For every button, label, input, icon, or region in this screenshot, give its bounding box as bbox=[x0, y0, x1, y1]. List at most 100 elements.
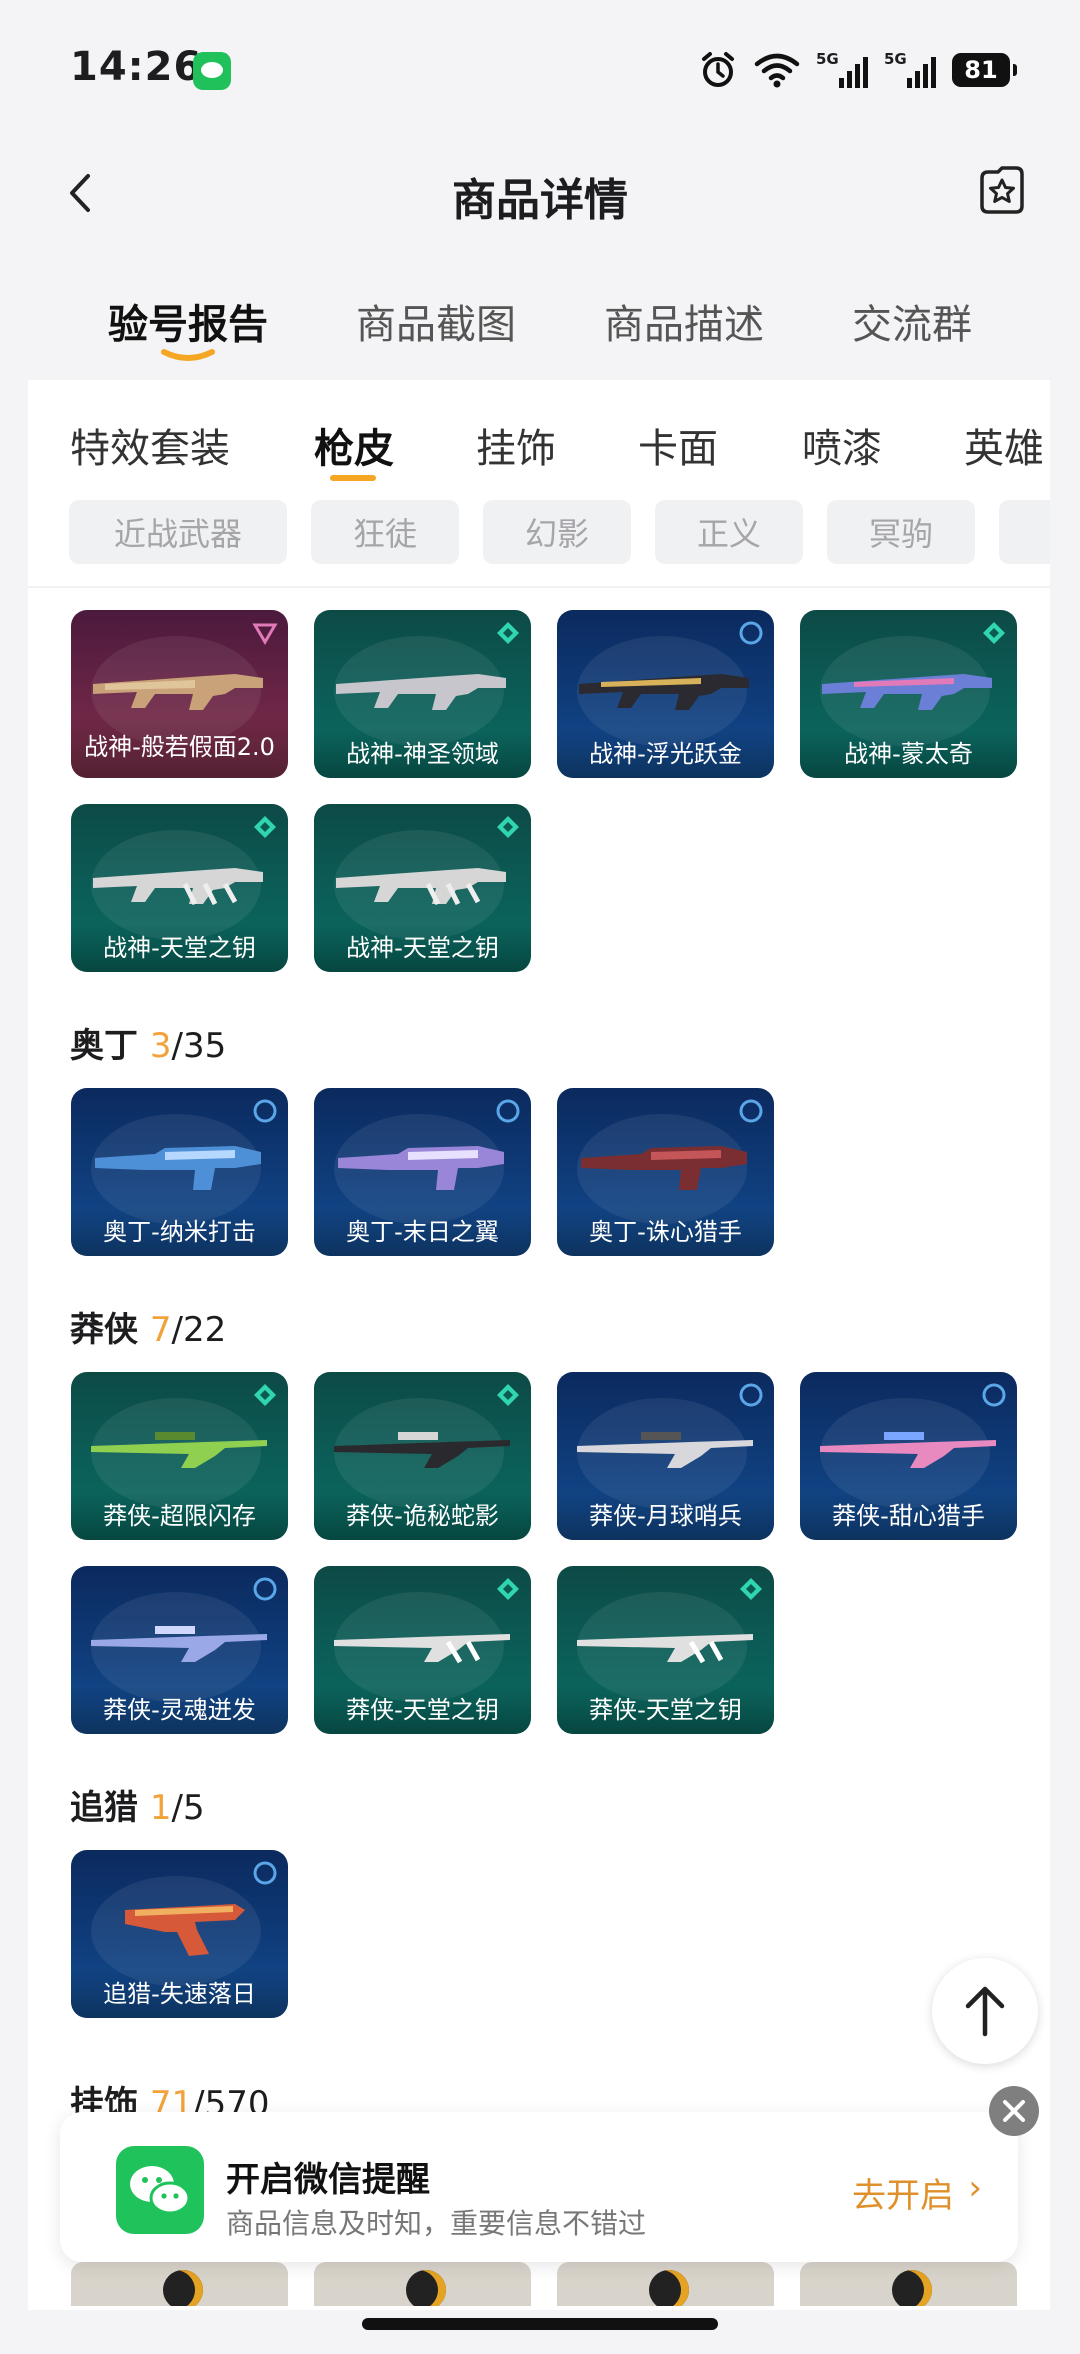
sniper-image bbox=[820, 1432, 996, 1468]
chip-vandal[interactable]: 狂徒 bbox=[311, 500, 459, 564]
skin-name: 莽侠-甜心猎手 bbox=[800, 1492, 1017, 1540]
divider bbox=[28, 586, 1050, 588]
wifi-icon bbox=[754, 53, 800, 88]
total-count: /22 bbox=[171, 1310, 227, 1350]
skin-name: 战神-神圣领域 bbox=[314, 730, 531, 778]
subtab-gun-skins[interactable]: 枪皮 bbox=[314, 416, 394, 474]
chevron-right-icon: › bbox=[968, 2168, 982, 2208]
skin-card[interactable]: 莽侠-诡秘蛇影 bbox=[314, 1372, 531, 1540]
premium-rarity-icon bbox=[983, 622, 1005, 644]
sniper-image bbox=[577, 1432, 753, 1468]
sniper-image bbox=[577, 1634, 753, 1664]
skin-name: 战神-浮光跃金 bbox=[557, 730, 774, 778]
enable-button[interactable]: 去开启 bbox=[852, 2168, 954, 2217]
wechat-notification-icon bbox=[193, 52, 231, 90]
subtab-sprays[interactable]: 喷漆 bbox=[802, 416, 882, 474]
subtab-active-indicator bbox=[330, 475, 376, 481]
skin-card[interactable]: 莽侠-甜心猎手 bbox=[800, 1372, 1017, 1540]
skin-name: 莽侠-灵魂迸发 bbox=[71, 1686, 288, 1734]
subtab-heroes[interactable]: 英雄 bbox=[964, 416, 1044, 474]
skin-card[interactable]: 战神-神圣领域 bbox=[314, 610, 531, 778]
arrow-up-icon bbox=[965, 1986, 1005, 2037]
premium-rarity-icon bbox=[254, 1384, 276, 1406]
premium-rarity-icon bbox=[497, 1578, 519, 1600]
main-tabs: 验号报告 商品截图 商品描述 交流群 bbox=[0, 250, 1080, 380]
skin-card[interactable]: 追猎-失速落日 bbox=[71, 1850, 288, 2018]
skin-card[interactable]: 战神-般若假面2.0 bbox=[71, 610, 288, 778]
skin-card[interactable]: 战神-天堂之钥 bbox=[71, 804, 288, 972]
charm-card[interactable] bbox=[800, 2262, 1017, 2306]
deluxe-rarity-icon bbox=[253, 1577, 277, 1601]
skin-card[interactable]: 奥丁-诛心猎手 bbox=[557, 1088, 774, 1256]
skin-card[interactable]: 莽侠-天堂之钥 bbox=[314, 1566, 531, 1734]
charm-card[interactable] bbox=[314, 2262, 531, 2306]
deluxe-rarity-icon bbox=[982, 1383, 1006, 1407]
chip-bulldog[interactable]: 冥驹 bbox=[827, 500, 975, 564]
owned-count: 1 bbox=[149, 1788, 172, 1828]
skin-name: 追猎-失速落日 bbox=[71, 1970, 288, 2018]
subtab-effect-sets[interactable]: 特效套装 bbox=[70, 416, 230, 474]
rifle-image bbox=[579, 674, 749, 710]
tab-active-indicator bbox=[161, 349, 215, 361]
premium-rarity-icon bbox=[497, 816, 519, 838]
subtab-charms[interactable]: 挂饰 bbox=[476, 416, 556, 474]
close-icon bbox=[1003, 2100, 1025, 2122]
premium-rarity-icon bbox=[740, 1578, 762, 1600]
subtab-cards[interactable]: 卡面 bbox=[638, 416, 718, 474]
skin-name: 战神-蒙太奇 bbox=[800, 730, 1017, 778]
tab-screenshots[interactable]: 商品截图 bbox=[356, 292, 516, 350]
weapon-name: 奥丁 bbox=[70, 1026, 138, 1066]
close-banner-button[interactable] bbox=[989, 2086, 1039, 2136]
skin-card[interactable]: 奥丁-末日之翼 bbox=[314, 1088, 531, 1256]
skin-card[interactable]: 莽侠-灵魂迸发 bbox=[71, 1566, 288, 1734]
sniper-image bbox=[334, 1432, 510, 1468]
scroll-to-top-button[interactable] bbox=[932, 1958, 1038, 2064]
total-count: /35 bbox=[171, 1026, 227, 1066]
banner-title: 开启微信提醒 bbox=[226, 2160, 430, 2200]
skin-name: 莽侠-天堂之钥 bbox=[557, 1686, 774, 1734]
exclusive-rarity-icon bbox=[252, 623, 278, 645]
skin-card[interactable]: 莽侠-月球哨兵 bbox=[557, 1372, 774, 1540]
skin-card[interactable]: 战神-浮光跃金 bbox=[557, 610, 774, 778]
wechat-reminder-banner[interactable]: 开启微信提醒 商品信息及时知，重要信息不错过 去开启 › bbox=[60, 2112, 1018, 2262]
cellular-signal-2-icon: 5G bbox=[884, 50, 936, 90]
tab-group-chat[interactable]: 交流群 bbox=[852, 292, 972, 350]
banner-subtitle: 商品信息及时知，重要信息不错过 bbox=[226, 2207, 647, 2240]
skin-card[interactable]: 莽侠-超限闪存 bbox=[71, 1372, 288, 1540]
deluxe-rarity-icon bbox=[253, 1861, 277, 1885]
section-header-marshal: 莽侠 7/22 bbox=[70, 1302, 226, 1351]
chip-phantom[interactable]: 幻影 bbox=[483, 500, 631, 564]
skin-name: 奥丁-纳米打击 bbox=[71, 1208, 288, 1256]
deluxe-rarity-icon bbox=[496, 1099, 520, 1123]
skin-card[interactable]: 战神-天堂之钥 bbox=[314, 804, 531, 972]
owned-count: 7 bbox=[149, 1310, 172, 1350]
deluxe-rarity-icon bbox=[739, 1099, 763, 1123]
chip-melee[interactable]: 近战武器 bbox=[69, 500, 287, 564]
deluxe-rarity-icon bbox=[253, 1099, 277, 1123]
machine-gun-image bbox=[95, 1146, 261, 1190]
sniper-image bbox=[91, 1626, 267, 1662]
skin-name: 莽侠-月球哨兵 bbox=[557, 1492, 774, 1540]
cellular-signal-1-icon: 5G bbox=[816, 50, 868, 90]
weapon-name: 莽侠 bbox=[70, 1310, 138, 1350]
owned-count: 3 bbox=[149, 1026, 172, 1066]
home-indicator[interactable] bbox=[362, 2318, 718, 2330]
status-icons: 5G 5G 81 bbox=[698, 46, 1017, 94]
status-bar: 14:26 5G 5G 81 bbox=[0, 0, 1080, 140]
skin-name: 战神-天堂之钥 bbox=[71, 924, 288, 972]
deluxe-rarity-icon bbox=[739, 621, 763, 645]
charm-card[interactable] bbox=[557, 2262, 774, 2306]
bottom-safe-area bbox=[0, 2310, 1080, 2354]
skin-card[interactable]: 奥丁-纳米打击 bbox=[71, 1088, 288, 1256]
tab-inspection-report[interactable]: 验号报告 bbox=[108, 292, 268, 350]
favorite-star-icon[interactable] bbox=[974, 162, 1030, 218]
chip-more[interactable] bbox=[999, 500, 1050, 564]
skin-card[interactable]: 莽侠-天堂之钥 bbox=[557, 1566, 774, 1734]
skin-card[interactable]: 战神-蒙太奇 bbox=[800, 610, 1017, 778]
skin-name: 莽侠-诡秘蛇影 bbox=[314, 1492, 531, 1540]
rifle-image bbox=[336, 674, 506, 710]
chip-justice[interactable]: 正义 bbox=[655, 500, 803, 564]
charm-card[interactable] bbox=[71, 2262, 288, 2306]
signal-1-type: 5G bbox=[816, 50, 839, 68]
tab-description[interactable]: 商品描述 bbox=[604, 292, 764, 350]
